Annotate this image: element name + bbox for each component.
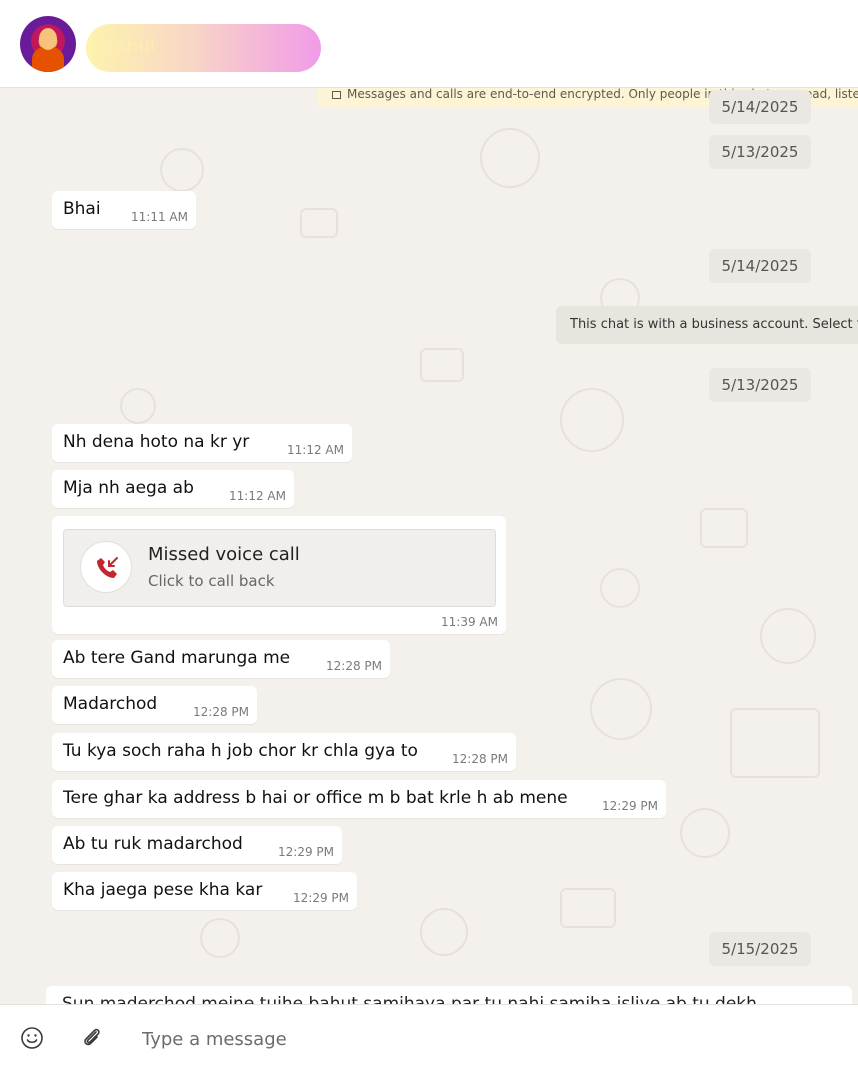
incoming-message[interactable]: Bhai 11:11 AM — [52, 191, 196, 229]
message-time: 12:28 PM — [326, 659, 382, 673]
missed-call-icon — [80, 541, 132, 593]
wallpaper-doodle — [300, 208, 338, 238]
emoji-icon[interactable] — [19, 1025, 45, 1051]
date-separator: 5/13/2025 — [709, 368, 811, 402]
missed-call-card[interactable]: Missed voice call Click to call back — [63, 529, 496, 607]
message-text: Tu kya soch raha h job chor kr chla gya … — [63, 741, 418, 761]
contact-avatar[interactable] — [20, 16, 76, 72]
wallpaper-doodle — [680, 808, 730, 858]
message-text: Bhai — [63, 199, 101, 219]
incoming-message-partial[interactable]: Sun maderchod meine tujhe bahut samjhaya… — [46, 986, 852, 1004]
message-text: Tere ghar ka address b hai or office m b… — [63, 788, 568, 808]
wallpaper-doodle — [200, 918, 240, 958]
message-text: Sun maderchod meine tujhe bahut samjhaya… — [62, 994, 757, 1004]
message-text: Ab tu ruk madarchod — [63, 834, 243, 854]
wallpaper-doodle — [480, 128, 540, 188]
chat-area[interactable]: Messages and calls are end-to-end encryp… — [0, 88, 858, 1004]
contact-name-redacted[interactable]: Anshul — [86, 24, 321, 72]
missed-call-subtitle: Click to call back — [148, 572, 275, 590]
message-composer — [0, 1004, 858, 1072]
message-text: Mja nh aega ab — [63, 478, 194, 498]
wallpaper-doodle — [420, 348, 464, 382]
wallpaper-doodle — [590, 678, 652, 740]
date-separator: 5/14/2025 — [709, 249, 811, 283]
incoming-message[interactable]: Ab tere Gand marunga me 12:28 PM — [52, 640, 390, 678]
wallpaper-doodle — [560, 388, 624, 452]
wallpaper-doodle — [730, 708, 820, 778]
wallpaper-doodle — [560, 888, 616, 928]
message-text: Kha jaega pese kha kar — [63, 880, 263, 900]
message-text: Ab tere Gand marunga me — [63, 648, 291, 668]
incoming-message[interactable]: Tere ghar ka address b hai or office m b… — [52, 780, 666, 818]
date-separator: 5/15/2025 — [709, 932, 811, 966]
message-text: Madarchod — [63, 694, 158, 714]
avatar-face — [39, 28, 57, 50]
incoming-message[interactable]: Madarchod 12:28 PM — [52, 686, 257, 724]
missed-call-message: Missed voice call Click to call back 11:… — [52, 516, 506, 634]
message-time: 12:28 PM — [193, 705, 249, 719]
incoming-message[interactable]: Ab tu ruk madarchod 12:29 PM — [52, 826, 342, 864]
missed-call-title: Missed voice call — [148, 544, 300, 565]
incoming-message[interactable]: Kha jaega pese kha kar 12:29 PM — [52, 872, 357, 910]
wallpaper-doodle — [120, 388, 156, 424]
phone-missed-icon — [97, 557, 118, 578]
wallpaper-doodle — [600, 568, 640, 608]
message-time: 12:29 PM — [602, 799, 658, 813]
wallpaper-doodle — [420, 908, 468, 956]
message-time: 11:12 AM — [287, 443, 344, 457]
date-separator: 5/13/2025 — [709, 135, 811, 169]
message-time: 12:29 PM — [293, 891, 349, 905]
message-text: Nh dena hoto na kr yr — [63, 432, 250, 452]
message-time: 11:12 AM — [229, 489, 286, 503]
message-time: 11:11 AM — [131, 210, 188, 224]
chat-header: Anshul — [0, 0, 858, 88]
message-time: 11:39 AM — [441, 615, 498, 629]
incoming-message[interactable]: Mja nh aega ab 11:12 AM — [52, 470, 294, 508]
wallpaper-doodle — [760, 608, 816, 664]
message-time: 12:29 PM — [278, 845, 334, 859]
business-account-notice[interactable]: This chat is with a business account. Se… — [556, 306, 858, 344]
date-separator: 5/14/2025 — [709, 90, 811, 124]
message-time: 12:28 PM — [452, 752, 508, 766]
wallpaper-doodle — [700, 508, 748, 548]
incoming-message[interactable]: Tu kya soch raha h job chor kr chla gya … — [52, 733, 516, 771]
lock-icon — [332, 91, 341, 99]
contact-name: Anshul — [94, 36, 155, 57]
attachment-icon[interactable] — [79, 1025, 105, 1051]
wallpaper-doodle — [160, 148, 204, 192]
message-input[interactable] — [130, 1019, 830, 1059]
incoming-message[interactable]: Nh dena hoto na kr yr 11:12 AM — [52, 424, 352, 462]
